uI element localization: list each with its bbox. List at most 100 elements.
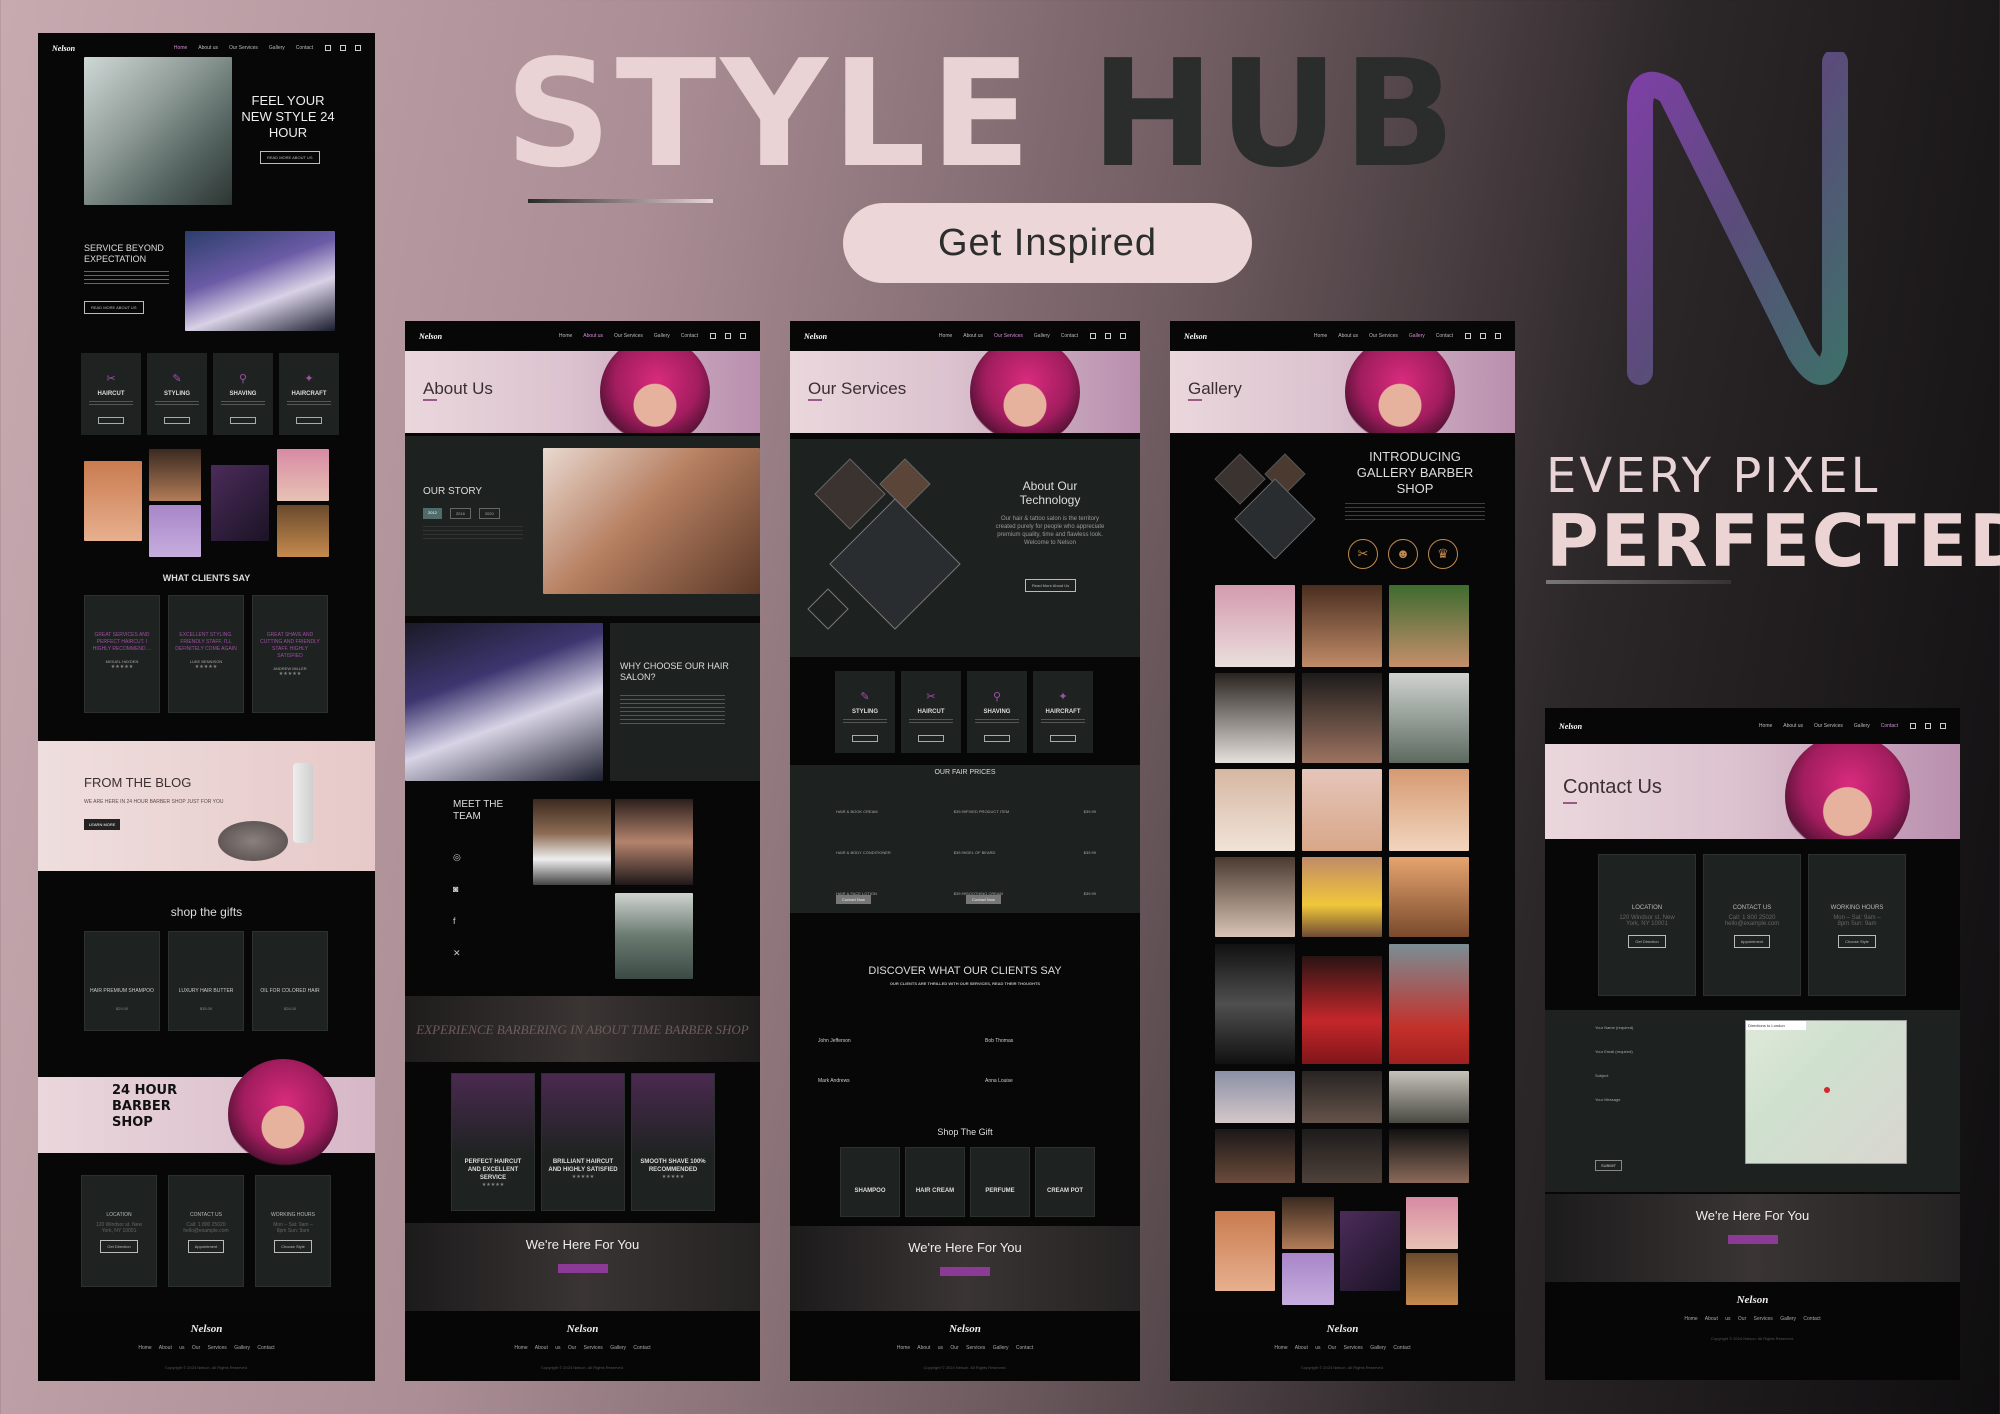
service-more-button[interactable] bbox=[984, 735, 1010, 742]
menu-icon[interactable] bbox=[340, 45, 346, 51]
nav-logo[interactable]: Nelson bbox=[419, 332, 442, 341]
nav-link-home[interactable]: Home bbox=[174, 45, 187, 51]
gift-card[interactable]: HAIR PREMIUM SHAMPOO $29.00 bbox=[84, 931, 160, 1031]
discord-icon[interactable]: ◙ bbox=[453, 873, 461, 905]
submit-button[interactable]: SUBMIT bbox=[1595, 1160, 1623, 1171]
nav-link-contact[interactable]: Contact bbox=[1061, 333, 1078, 339]
facebook-icon[interactable]: f bbox=[453, 905, 461, 937]
nav-link-home[interactable]: Home bbox=[1759, 723, 1772, 729]
nav-link-services[interactable]: Our Services bbox=[614, 333, 643, 339]
contact-now-button[interactable]: Contact Now bbox=[836, 895, 871, 904]
nav-link-about[interactable]: About us bbox=[1783, 723, 1803, 729]
message-field[interactable]: Your Message bbox=[1595, 1088, 1633, 1112]
cart-icon[interactable] bbox=[710, 333, 716, 339]
gift-card[interactable]: HAIR CREAM bbox=[905, 1147, 965, 1217]
service-more-button[interactable] bbox=[918, 735, 944, 742]
cart-icon[interactable] bbox=[1910, 723, 1916, 729]
contact-card-button[interactable]: Choose Style bbox=[1838, 935, 1876, 948]
nav-link-gallery[interactable]: Gallery bbox=[269, 45, 285, 51]
footer-logo[interactable]: Nelson bbox=[1170, 1323, 1515, 1335]
service-card[interactable]: ✦ HAIRCRAFT bbox=[1033, 671, 1093, 753]
email-field[interactable]: Your Email (required) bbox=[1595, 1040, 1633, 1064]
story-tab[interactable]: 2012 bbox=[423, 508, 442, 519]
service-more-button[interactable] bbox=[230, 417, 256, 424]
contact-card-button[interactable]: Get Direction bbox=[100, 1240, 138, 1253]
cart-icon[interactable] bbox=[325, 45, 331, 51]
search-icon[interactable] bbox=[1120, 333, 1126, 339]
menu-icon[interactable] bbox=[1925, 723, 1931, 729]
nav-logo[interactable]: Nelson bbox=[804, 332, 827, 341]
home-service-card[interactable]: ✦ HAIRCRAFT bbox=[279, 353, 339, 435]
footer-logo[interactable]: Nelson bbox=[790, 1323, 1140, 1335]
contact-card-button[interactable]: Get Direction bbox=[1628, 935, 1666, 948]
footer-links[interactable]: Home About us Our Services Gallery Conta… bbox=[405, 1345, 760, 1351]
nav-link-home[interactable]: Home bbox=[559, 333, 572, 339]
nav-link-contact[interactable]: Contact bbox=[1881, 723, 1898, 729]
footer-links[interactable]: Home About us Our Services Gallery Conta… bbox=[38, 1345, 375, 1351]
nav-link-about[interactable]: About us bbox=[583, 333, 603, 339]
search-icon[interactable] bbox=[740, 333, 746, 339]
footer-logo[interactable]: Nelson bbox=[405, 1323, 760, 1335]
nav-link-about[interactable]: About us bbox=[1338, 333, 1358, 339]
service-more-button[interactable] bbox=[98, 417, 124, 424]
here-button[interactable] bbox=[557, 1264, 608, 1273]
nav-logo[interactable]: Nelson bbox=[52, 44, 75, 53]
contact-card-button[interactable]: Appointment bbox=[1733, 935, 1771, 948]
service-card[interactable]: ✎ STYLING bbox=[835, 671, 895, 753]
story-tab[interactable]: 2016 bbox=[449, 508, 471, 519]
tech-button[interactable]: Read More About Us bbox=[1025, 579, 1077, 592]
here-button[interactable] bbox=[940, 1267, 990, 1276]
map-widget[interactable]: Directions to London bbox=[1745, 1020, 1907, 1164]
home-service-card[interactable]: ⚲ SHAVING bbox=[213, 353, 273, 435]
name-field[interactable]: Your Name (required) bbox=[1595, 1016, 1633, 1040]
get-inspired-button[interactable]: Get Inspired bbox=[843, 203, 1252, 283]
gift-card[interactable]: LUXURY HAIR BUTTER $35.00 bbox=[168, 931, 244, 1031]
cart-icon[interactable] bbox=[1465, 333, 1471, 339]
service-card[interactable]: ✂ HAIRCUT bbox=[901, 671, 961, 753]
service-more-button[interactable] bbox=[852, 735, 878, 742]
home-hero-button[interactable]: READ MORE ABOUT US bbox=[260, 151, 320, 164]
nav-link-gallery[interactable]: Gallery bbox=[1854, 723, 1870, 729]
subject-field[interactable]: Subject bbox=[1595, 1064, 1633, 1088]
nav-link-about[interactable]: About us bbox=[198, 45, 218, 51]
footer-links[interactable]: Home About us Our Services Gallery Conta… bbox=[1545, 1316, 1960, 1322]
nav-link-home[interactable]: Home bbox=[1314, 333, 1327, 339]
nav-logo[interactable]: Nelson bbox=[1184, 332, 1207, 341]
nav-link-gallery[interactable]: Gallery bbox=[654, 333, 670, 339]
search-icon[interactable] bbox=[355, 45, 361, 51]
story-tab[interactable]: 2020 bbox=[478, 508, 500, 519]
service-button[interactable]: READ MORE ABOUT US bbox=[84, 301, 144, 314]
nav-link-contact[interactable]: Contact bbox=[681, 333, 698, 339]
contact-card-button[interactable]: Choose Style bbox=[274, 1240, 312, 1253]
nav-logo[interactable]: Nelson bbox=[1559, 722, 1582, 731]
nav-link-services[interactable]: Our Services bbox=[1369, 333, 1398, 339]
nav-link-home[interactable]: Home bbox=[939, 333, 952, 339]
service-card[interactable]: ⚲ SHAVING bbox=[967, 671, 1027, 753]
menu-icon[interactable] bbox=[725, 333, 731, 339]
footer-links[interactable]: Home About us Our Services Gallery Conta… bbox=[790, 1345, 1140, 1351]
gift-card[interactable]: PERFUME bbox=[970, 1147, 1030, 1217]
contact-now-button[interactable]: Contact Now bbox=[966, 895, 1001, 904]
search-icon[interactable] bbox=[1940, 723, 1946, 729]
contact-card-button[interactable]: Appointment bbox=[187, 1240, 225, 1253]
home-service-card[interactable]: ✂ HAIRCUT bbox=[81, 353, 141, 435]
footer-logo[interactable]: Nelson bbox=[38, 1323, 375, 1335]
cart-icon[interactable] bbox=[1090, 333, 1096, 339]
menu-icon[interactable] bbox=[1480, 333, 1486, 339]
nav-link-services[interactable]: Our Services bbox=[229, 45, 258, 51]
instagram-icon[interactable]: ◎ bbox=[453, 841, 461, 873]
nav-link-contact[interactable]: Contact bbox=[1436, 333, 1453, 339]
gift-card[interactable]: SHAMPOO bbox=[840, 1147, 900, 1217]
footer-logo[interactable]: Nelson bbox=[1545, 1294, 1960, 1306]
nav-link-gallery[interactable]: Gallery bbox=[1034, 333, 1050, 339]
gift-card[interactable]: CREAM POT bbox=[1035, 1147, 1095, 1217]
nav-link-about[interactable]: About us bbox=[963, 333, 983, 339]
nav-link-gallery[interactable]: Gallery bbox=[1409, 333, 1425, 339]
here-button[interactable] bbox=[1727, 1235, 1778, 1244]
footer-links[interactable]: Home About us Our Services Gallery Conta… bbox=[1170, 1345, 1515, 1351]
menu-icon[interactable] bbox=[1105, 333, 1111, 339]
service-more-button[interactable] bbox=[296, 417, 322, 424]
gift-card[interactable]: OIL FOR COLORED HAIR $28.00 bbox=[252, 931, 328, 1031]
blog-button[interactable]: LEARN MORE bbox=[84, 819, 121, 830]
x-icon[interactable]: ✕ bbox=[453, 937, 461, 969]
